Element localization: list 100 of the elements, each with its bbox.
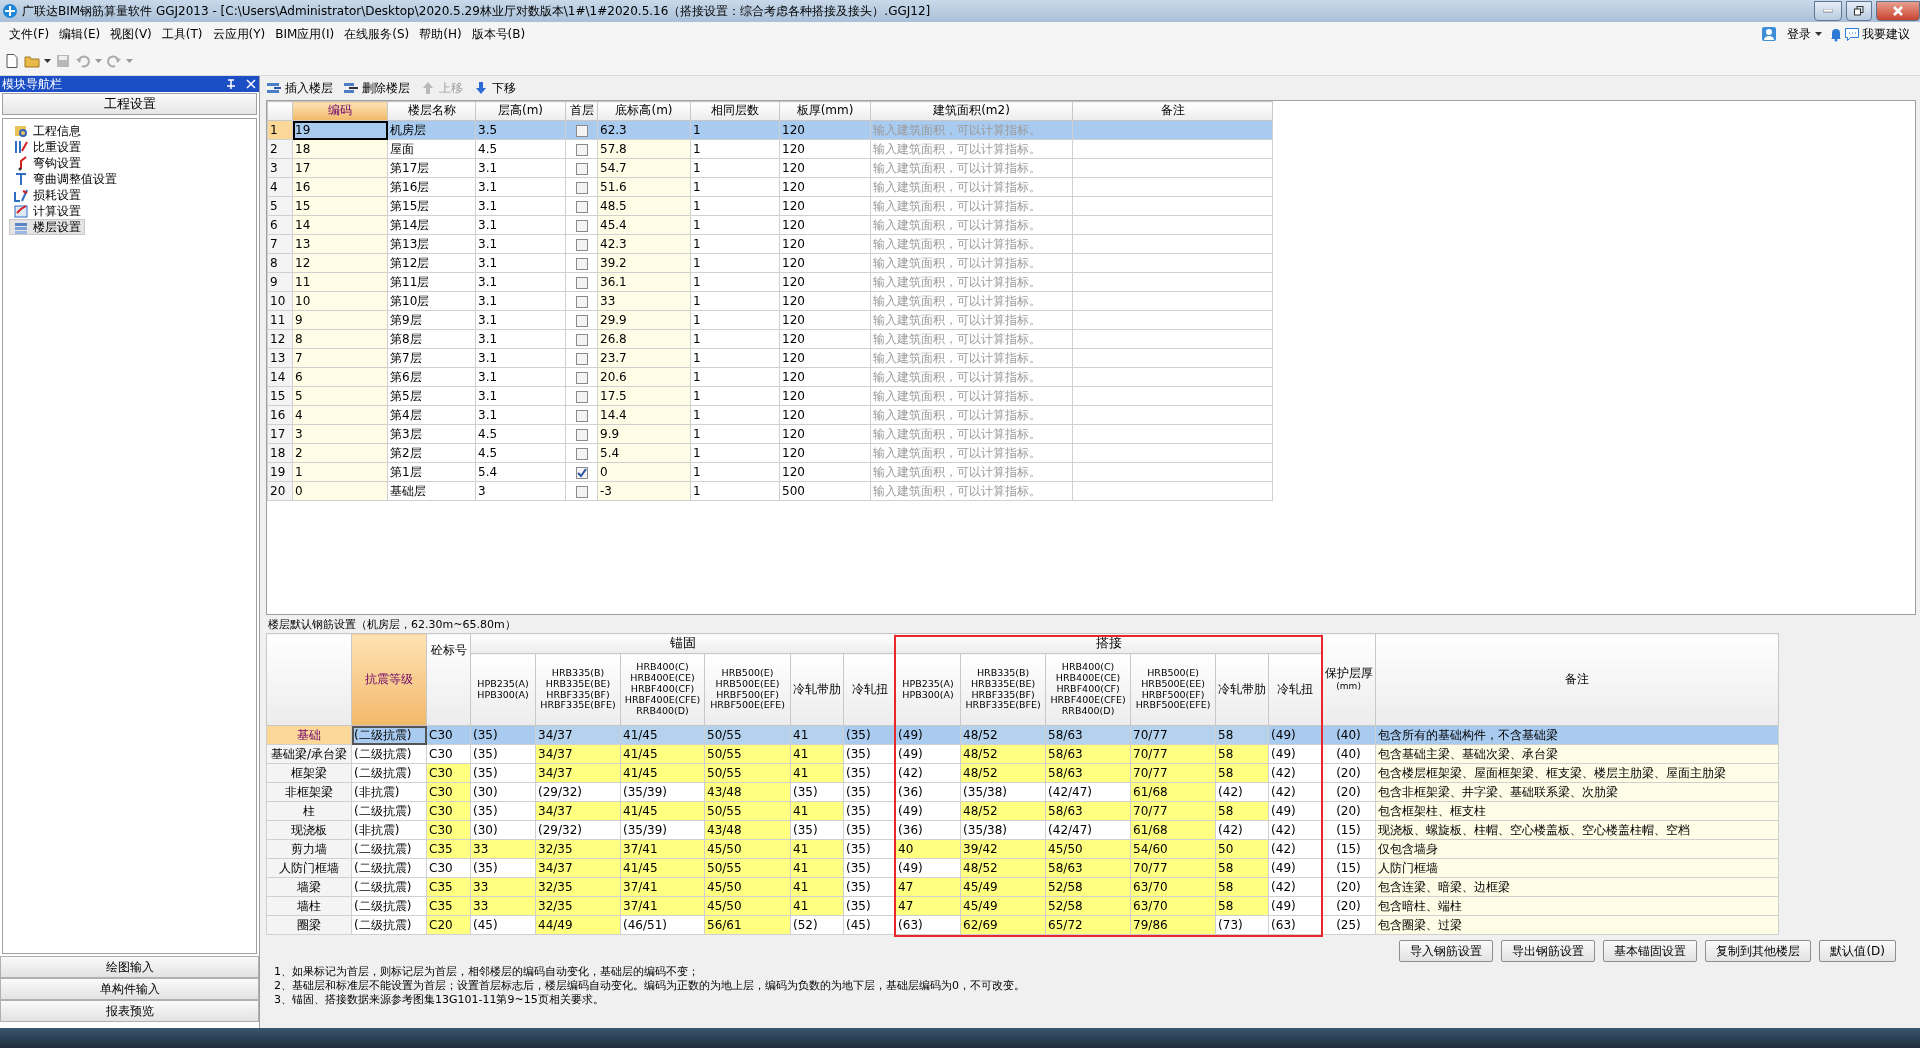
restore-icon	[1854, 6, 1864, 16]
menu-item[interactable]: 帮助(H)	[414, 25, 467, 43]
nav-tab[interactable]: 报表预览	[0, 1000, 259, 1022]
note-text: 2、基础层和标准层不能设置为首层；设置首层标志后，楼层编码自动变化。编码为正数的为地上层，编码为负数的为地下层，基础层编码为0，不可改变。	[273, 979, 1026, 993]
checkbox[interactable]	[575, 124, 588, 137]
checkbox[interactable]	[575, 390, 588, 403]
tree-item[interactable]: 弯曲调整值设置	[9, 171, 121, 187]
checkbox[interactable]	[575, 238, 588, 251]
checkbox[interactable]	[575, 314, 588, 327]
menu-item[interactable]: 工具(T)	[156, 25, 208, 43]
tree-item[interactable]: 弯钩设置	[9, 155, 85, 171]
column-header: 建筑面积(m2)	[870, 101, 1073, 121]
column-header: HRB335(B) HRB335E(BE) HRBF335(BF) HRBF335E(BFE)	[960, 653, 1046, 726]
insert-rows-icon	[266, 80, 282, 96]
minimize-button[interactable]	[1814, 1, 1842, 21]
nav-tab[interactable]: 绘图输入	[0, 956, 259, 978]
note-text: 1、如果标记为首层，则标记层为首层，相邻楼层的编码自动变化，基础层的编码不变；	[273, 965, 700, 979]
action-button[interactable]: 导出钢筋设置	[1501, 940, 1596, 962]
column-header: HPB235(A) HPB300(A)	[895, 653, 961, 726]
menu-item[interactable]: 版本号(B)	[466, 25, 531, 43]
login-link[interactable]: 登录	[1787, 25, 1811, 43]
column-header: HRB500(E) HRB500E(EE) HRBF500(EF) HRBF500E(EFE)	[1130, 653, 1216, 726]
column-header: 相同层数	[690, 101, 780, 121]
checkbox[interactable]	[575, 333, 588, 346]
delete-rows-icon	[343, 80, 359, 96]
arrow-up-icon	[420, 80, 436, 96]
app-logo-icon	[2, 3, 18, 19]
column-header: 冷轧带肋	[790, 653, 844, 726]
folder-magnifier-icon	[13, 123, 29, 139]
column-header: 备注	[1072, 101, 1273, 121]
column-header: 备注	[1375, 633, 1779, 726]
section-button[interactable]: 工程设置	[2, 93, 257, 115]
tree-item[interactable]: 楼层设置	[9, 219, 85, 235]
column-header: HRB400(C) HRB400E(CE) HRBF400(CF) HRBF400E(CFE) RRB400(D)	[620, 653, 705, 726]
column-header: 抗震等级	[351, 633, 427, 726]
bend-icon	[13, 171, 29, 187]
checkbox[interactable]	[575, 200, 588, 213]
checkbox[interactable]	[575, 181, 588, 194]
note-text: 3、锚固、搭接数据来源参考图集13G101-11第9~15页相关要求。	[273, 993, 605, 1007]
action-button[interactable]: 默认值(D)	[1819, 940, 1896, 962]
feedback-link[interactable]: 我要建议	[1862, 25, 1910, 43]
group-header: 搭接	[895, 633, 1322, 654]
action-button[interactable]: 基本锚固设置	[1603, 940, 1698, 962]
column-header: 层高(m)	[475, 101, 566, 121]
menu-item[interactable]: 在线服务(S)	[339, 25, 415, 43]
column-header: 首层	[565, 101, 598, 121]
pin-icon	[225, 78, 237, 90]
menu-item[interactable]: 文件(F)	[4, 25, 55, 43]
checkbox[interactable]	[575, 257, 588, 270]
caret-icon	[126, 58, 133, 63]
corner-header	[267, 101, 293, 121]
checkbox[interactable]	[575, 428, 588, 441]
nav-tab[interactable]: 单构件输入	[0, 978, 259, 1000]
checkbox[interactable]	[575, 485, 588, 498]
column-header: 底标高(m)	[597, 101, 691, 121]
redo-button[interactable]	[106, 52, 122, 69]
checkbox[interactable]	[575, 219, 588, 232]
column-header: 板厚(mm)	[779, 101, 871, 121]
save-button[interactable]	[55, 52, 71, 69]
caret-icon	[44, 58, 51, 63]
menu-item[interactable]: 云应用(Y)	[207, 25, 271, 43]
checkbox[interactable]	[575, 352, 588, 365]
column-header: 冷轧扭	[1268, 653, 1322, 726]
close-icon	[1893, 6, 1903, 16]
tree-item[interactable]: 损耗设置	[9, 187, 85, 203]
action-button[interactable]: 导入钢筋设置	[1399, 940, 1494, 962]
menu-item[interactable]: 视图(V)	[105, 25, 157, 43]
menu-item[interactable]: BIM应用(I)	[270, 25, 340, 43]
toolbar-button[interactable]: 插入楼层	[266, 79, 333, 97]
checkbox[interactable]	[575, 162, 588, 175]
arrow-down-icon	[473, 80, 489, 96]
menu-item[interactable]: 编辑(E)	[54, 25, 106, 43]
group-header: 锚固	[470, 633, 896, 654]
tree-item[interactable]: 比重设置	[9, 139, 85, 155]
column-header: 冷轧带肋	[1215, 653, 1269, 726]
column-header: 冷轧扭	[843, 653, 896, 726]
minimize-icon	[1823, 9, 1833, 13]
new-file-button[interactable]	[4, 52, 20, 69]
restore-button[interactable]	[1846, 1, 1872, 21]
tree-item[interactable]: 工程信息	[9, 123, 85, 139]
toolbar-button[interactable]: 删除楼层	[343, 79, 410, 97]
close-button[interactable]	[1876, 1, 1920, 21]
toolbar-button[interactable]: 下移	[473, 79, 516, 97]
chart-icon	[13, 187, 29, 203]
undo-button[interactable]	[75, 52, 91, 69]
undo-icon	[75, 52, 91, 69]
checkbox[interactable]	[575, 371, 588, 384]
checkbox[interactable]	[575, 447, 588, 460]
navigator-title: 模块导航栏	[2, 75, 63, 93]
tree-item[interactable]: 计算设置	[9, 203, 85, 219]
action-button[interactable]: 复制到其他楼层	[1705, 940, 1812, 962]
checkbox[interactable]	[575, 143, 588, 156]
checkbox[interactable]	[575, 466, 588, 479]
ruler-icon	[13, 139, 29, 155]
checkbox[interactable]	[575, 276, 588, 289]
column-header: HPB235(A) HPB300(A)	[470, 653, 536, 726]
column-header: 编码	[292, 101, 388, 121]
checkbox[interactable]	[575, 409, 588, 422]
section-caption: 楼层默认钢筋设置（机房层，62.30m~65.80m）	[267, 616, 517, 633]
checkbox[interactable]	[575, 295, 588, 308]
